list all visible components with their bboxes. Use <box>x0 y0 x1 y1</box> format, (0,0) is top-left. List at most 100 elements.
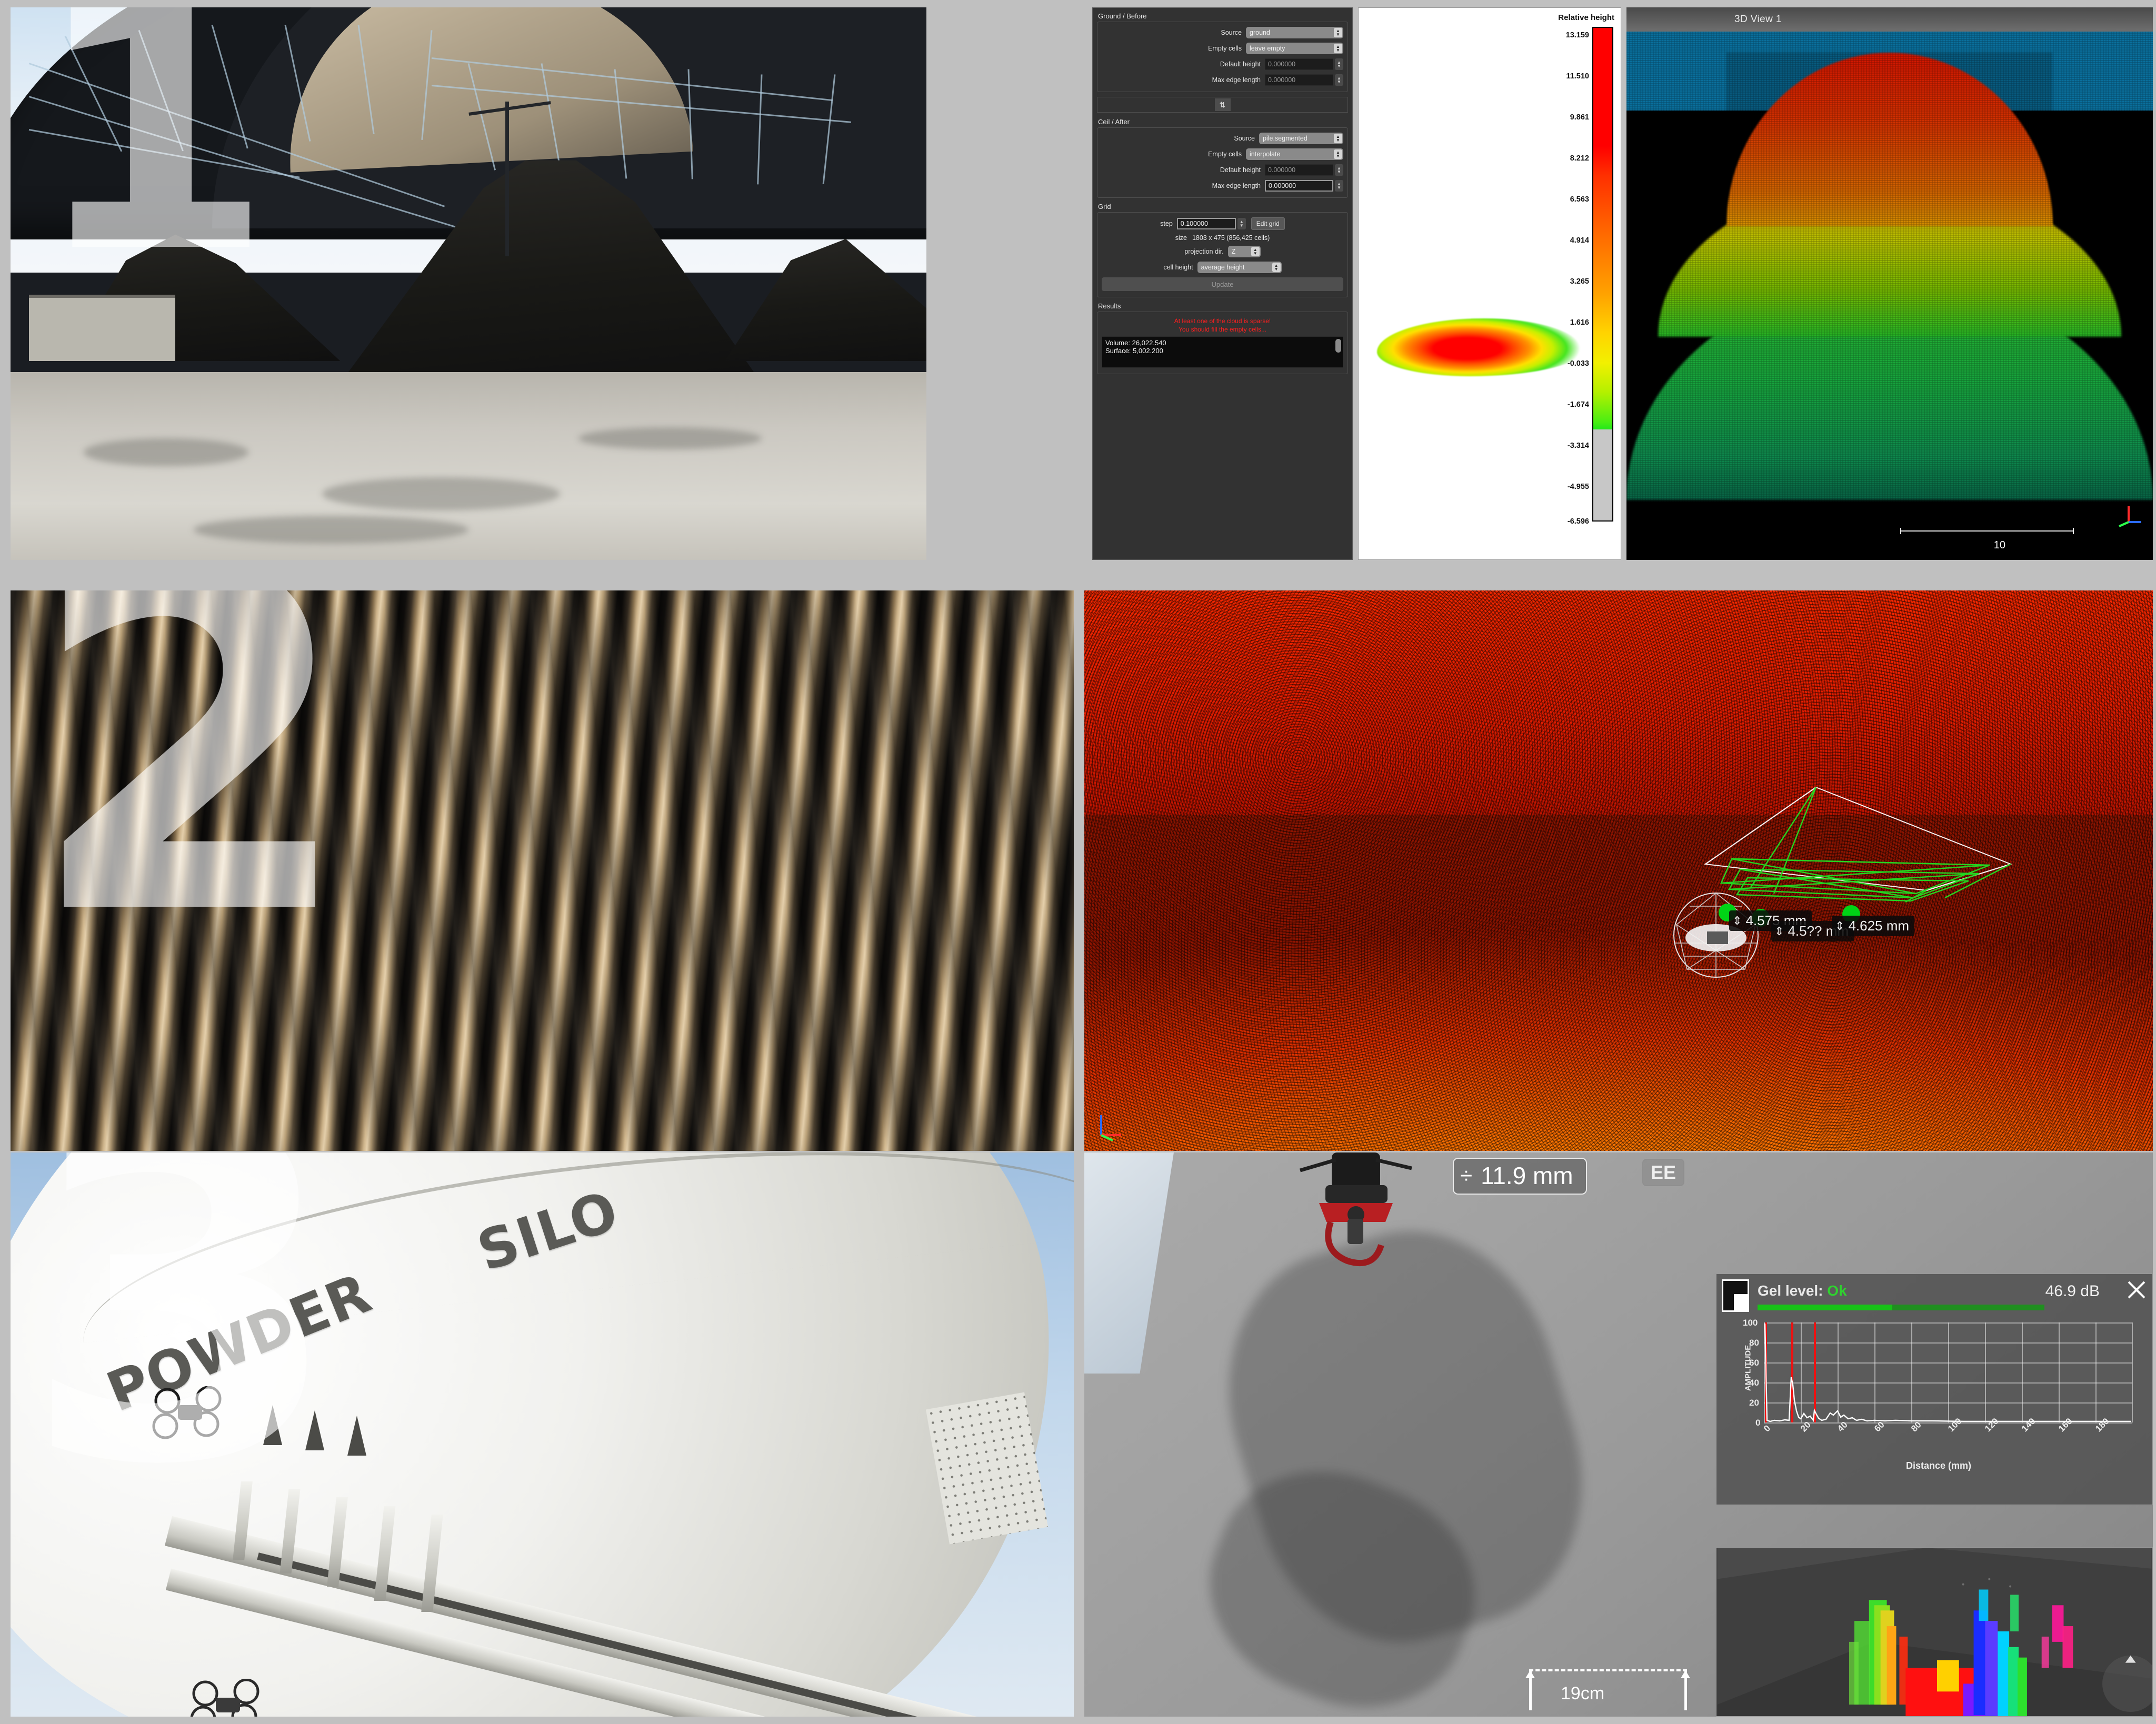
label-ground-default-height: Default height <box>1220 61 1261 68</box>
combo-value: Z <box>1231 248 1236 255</box>
swap-sources-bar: ⇅ <box>1097 97 1348 113</box>
label-ceil-source: Source <box>1234 135 1255 142</box>
thickness-value: 11.9 mm <box>1481 1162 1573 1189</box>
close-icon[interactable] <box>2126 1279 2147 1300</box>
colorbar-title: Relative height <box>1558 13 1614 22</box>
value-grid-size: 1803 x 475 (856,425 cells) <box>1192 234 1270 242</box>
input-grid-step <box>1176 218 1236 229</box>
spin-grid-step[interactable]: ▲▼ <box>1176 218 1246 229</box>
label-ground-empty-cells: Empty cells <box>1208 45 1242 52</box>
field-row: Default height ▲▼ <box>1102 58 1343 70</box>
view3d-canvas[interactable]: 10 <box>1626 32 2153 560</box>
stepper-arrows-icon[interactable]: ▲ ▼ <box>1335 164 1343 176</box>
chart-y-tick: 100 <box>1743 1318 1758 1328</box>
chevron-updown-icon[interactable]: ▲ ▼ <box>1334 149 1342 159</box>
colorbar-tick: 4.914 <box>1570 236 1589 245</box>
grid-projection-row: projection dir. Z ▲ ▼ <box>1102 246 1343 257</box>
results-text-area[interactable]: Volume: 26,022.540 Surface: 5,002.200 <box>1102 336 1343 368</box>
axis-triad-icon <box>2119 506 2141 527</box>
field-row: Max edge length ▲▼ <box>1102 180 1343 192</box>
expand-corner-icon[interactable] <box>1722 1279 1749 1312</box>
combo-ground-empty-cells[interactable]: leave empty ▲ ▼ <box>1246 43 1343 54</box>
gain-db-value: 46.9 dB <box>2045 1282 2100 1300</box>
grid-size-row: size 1803 x 475 (856,425 cells) <box>1102 234 1343 242</box>
gel-level-widget: Gel level: Ok 46.9 dB AMPLITUDE 100 80 6… <box>1716 1274 2153 1505</box>
field-row: Source pile.segmented ▲ ▼ <box>1102 133 1343 144</box>
group-results: At least one of the cloud is sparse! You… <box>1097 312 1348 374</box>
a-scan-chart: AMPLITUDE 100 80 60 40 20 0 0 20 40 60 8… <box>1743 1318 2133 1471</box>
input-ceil-max-edge-length <box>1265 180 1333 192</box>
floor-stain <box>578 427 762 449</box>
chart-y-tick: 80 <box>1749 1338 1759 1348</box>
stepper-arrows-icon[interactable]: ▲ ▼ <box>1237 218 1246 229</box>
drone-probe-arm <box>1300 1152 1412 1267</box>
colorbar-tick: 13.159 <box>1565 31 1589 39</box>
label-ground-source: Source <box>1221 29 1242 36</box>
chevron-updown-icon[interactable]: ▲ ▼ <box>1251 247 1260 256</box>
combo-projection-dir[interactable]: Z ▲ ▼ <box>1227 246 1261 257</box>
corrugated-wall-shading <box>11 590 1074 1151</box>
group-title-results: Results <box>1098 302 1121 310</box>
chevron-updown-icon[interactable]: ▲ ▼ <box>1272 263 1281 272</box>
panel-pointcloud-measurement: ⇕ 4.575 mm ⇕ 4.5?? mm ⇕ 4.625 mm <box>1084 590 2153 1151</box>
stepper-arrows-icon[interactable]: ▲ ▼ <box>1335 58 1343 70</box>
result-volume: Volume: 26,022.540 <box>1105 339 1166 347</box>
chevron-updown-icon[interactable]: ▲ ▼ <box>1334 134 1342 143</box>
spin-ceil-max-edge-length[interactable]: ▲▼ <box>1265 180 1343 192</box>
combo-ground-source[interactable]: ground ▲ ▼ <box>1246 27 1343 38</box>
stacker-mast <box>505 101 509 256</box>
chevron-updown-icon[interactable]: ▲ ▼ <box>1334 44 1342 53</box>
combo-ceil-empty-cells[interactable]: interpolate ▲ ▼ <box>1246 148 1343 160</box>
floor-stain <box>322 477 560 510</box>
pointcloud-scatter <box>1717 1548 2152 1716</box>
colorbar-tick: 1.616 <box>1570 318 1589 327</box>
edit-grid-button[interactable]: Edit grid <box>1251 217 1285 230</box>
label-projection-dir: projection dir. <box>1184 248 1224 255</box>
gel-level-prefix: Gel level: <box>1758 1282 1823 1299</box>
field-row: Empty cells leave empty ▲ ▼ <box>1102 43 1343 54</box>
group-title-ground-before: Ground / Before <box>1098 12 1147 20</box>
combo-cell-height[interactable]: average height ▲ ▼ <box>1197 262 1282 273</box>
caliper-icon: ÷ <box>1460 1163 1473 1188</box>
measurement-label-secondary: ⇕ 4.625 mm <box>1832 916 1915 936</box>
combo-ceil-source[interactable]: pile.segmented ▲ ▼ <box>1259 133 1343 144</box>
stepper-arrows-icon[interactable]: ▲ ▼ <box>1335 74 1343 86</box>
input-ground-max-edge-length <box>1265 74 1333 86</box>
panel-volume-calculation-dialog: Ground / Before Source ground ▲ ▼ Empty c… <box>1092 7 1353 560</box>
colorbar-tick: 9.861 <box>1570 113 1589 122</box>
chart-x-tick: 0 <box>1762 1423 1773 1434</box>
swap-vertical-icon[interactable]: ⇅ <box>1214 98 1231 111</box>
label-ceil-empty-cells: Empty cells <box>1208 151 1242 158</box>
warning-line-1: At least one of the cloud is sparse! <box>1174 317 1271 325</box>
group-ceil-after: Source pile.segmented ▲ ▼ Empty cells int… <box>1097 127 1348 198</box>
panel-powder-silo-photo: POWDER SILO 3 <box>11 1152 1074 1717</box>
spin-ceil-default-height[interactable]: ▲▼ <box>1265 164 1343 176</box>
colorbar-tick: 8.212 <box>1570 154 1589 163</box>
chart-axis-x <box>1764 1422 2132 1424</box>
pointcloud-widget <box>1716 1547 2153 1717</box>
group-grid: step ▲▼ Edit grid size 1803 x 475 (856,4… <box>1097 212 1348 297</box>
stepper-arrows-icon[interactable]: ▲ ▼ <box>1335 180 1343 192</box>
field-row: Source ground ▲ ▼ <box>1102 27 1343 38</box>
label-cell-height: cell height <box>1163 264 1193 271</box>
chevron-updown-icon[interactable]: ▲ ▼ <box>1334 28 1342 37</box>
label-grid-size: size <box>1175 234 1187 242</box>
spin-ground-default-height[interactable]: ▲▼ <box>1265 58 1343 70</box>
floor-stain <box>84 438 249 466</box>
height-gauge-icon: ⇕ <box>1774 924 1784 938</box>
update-button[interactable]: Update <box>1102 277 1343 291</box>
panel-3d-view: 3D View 1 10 <box>1626 7 2153 560</box>
combo-value: interpolate <box>1250 151 1281 158</box>
field-row: Empty cells interpolate ▲ ▼ <box>1102 148 1343 160</box>
input-ground-default-height <box>1265 58 1333 70</box>
chart-x-axis-label: Distance (mm) <box>1906 1460 1972 1471</box>
chart-y-tick: 40 <box>1749 1378 1759 1388</box>
result-surface: Surface: 5,002.200 <box>1105 347 1163 355</box>
chart-waveform-series <box>1764 1323 2131 1422</box>
input-ceil-default-height <box>1265 164 1333 176</box>
gel-level-bar <box>1758 1305 2044 1310</box>
thickness-badge: ÷ 11.9 mm <box>1453 1158 1587 1195</box>
results-scrollbar[interactable] <box>1335 339 1341 353</box>
combo-value: leave empty <box>1250 45 1285 52</box>
spin-ground-max-edge-length[interactable]: ▲▼ <box>1265 74 1343 86</box>
